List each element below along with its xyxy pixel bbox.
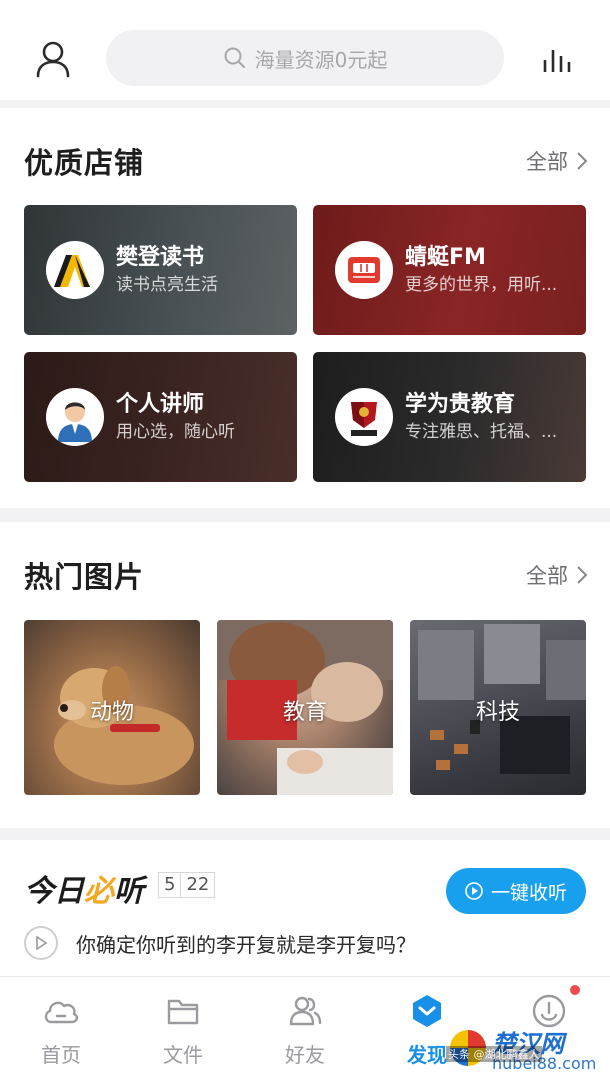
shop-card-lecturer[interactable]: 个人讲师 用心选，随心听: [24, 352, 297, 482]
shop-desc: 更多的世界，用听...: [405, 275, 558, 295]
daily-title-part: 必: [84, 874, 114, 909]
fandeng-logo-icon: [46, 241, 104, 299]
folder-icon: [167, 999, 199, 1025]
discover-icon: [413, 995, 441, 1027]
picture-tile-technology[interactable]: 科技: [410, 620, 586, 795]
tab-friends[interactable]: 好友: [255, 991, 355, 1068]
tab-label: 首页: [41, 1043, 81, 1067]
shops-section: 优质店铺 全部 樊登读书 读书点亮生活 蜻蜓FM 更多的世界，用听... 个人讲…: [0, 108, 610, 508]
watermark: 楚汉网 hubei88.com 头条 @湖北鹏鑫人: [446, 1024, 606, 1074]
picture-tile-education[interactable]: 教育: [217, 620, 393, 795]
watermark-overlay: 头条 @湖北鹏鑫人: [446, 1046, 542, 1062]
shop-name: 樊登读书: [116, 245, 205, 270]
section-title: 热门图片: [24, 560, 145, 594]
daily-item-title: 你确定你听到的李开复就是李开复吗？: [76, 932, 416, 957]
more-label: 全部: [526, 564, 568, 588]
shop-name: 学为贵教育: [405, 392, 516, 417]
section-title: 优质店铺: [24, 146, 145, 180]
daily-title: 今日必听: [24, 866, 144, 910]
shop-card-qingting[interactable]: 蜻蜓FM 更多的世界，用听...: [313, 205, 586, 335]
shop-card-fandeng[interactable]: 樊登读书 读书点亮生活: [24, 205, 297, 335]
pictures-more-link[interactable]: 全部: [526, 560, 588, 590]
radio-logo-icon: [335, 241, 393, 299]
tab-home[interactable]: 首页: [11, 991, 111, 1068]
daily-listen-section: 今日必听 5 22 一键收听 你确定你听到的李开复就是李开复吗？: [0, 840, 610, 978]
picture-label: 教育: [282, 700, 327, 725]
stats-icon[interactable]: [540, 42, 574, 76]
lecturer-avatar-icon: [46, 388, 104, 446]
picture-label: 科技: [475, 700, 520, 725]
shop-name: 蜻蜓FM: [405, 245, 486, 270]
shop-desc: 专注雅思、托福、...: [405, 422, 558, 442]
tab-label: 文件: [163, 1043, 203, 1067]
picture-tile-animals[interactable]: 动物: [24, 620, 200, 795]
chevron-right-icon: [577, 566, 588, 584]
daily-title-part: 今日: [24, 874, 84, 909]
xueweigui-logo-icon: [335, 388, 393, 446]
shop-desc: 用心选，随心听: [116, 422, 235, 442]
top-bar: 海量资源0元起: [0, 0, 610, 100]
play-icon[interactable]: [24, 926, 58, 960]
tab-label: 好友: [285, 1043, 325, 1067]
picture-label: 动物: [89, 700, 134, 725]
more-label: 全部: [526, 150, 568, 174]
listen-all-button[interactable]: 一键收听: [446, 868, 586, 914]
tab-files[interactable]: 文件: [133, 991, 233, 1068]
play-icon: [465, 882, 483, 900]
daily-title-part: 听: [114, 874, 144, 909]
shop-card-xueweigui[interactable]: 学为贵教育 专注雅思、托福、...: [313, 352, 586, 482]
date-month: 5: [164, 874, 176, 895]
search-icon: [224, 47, 245, 68]
shop-desc: 读书点亮生活: [116, 275, 218, 295]
search-input[interactable]: 海量资源0元起: [106, 30, 504, 86]
listen-all-label: 一键收听: [490, 881, 567, 904]
daily-item[interactable]: 你确定你听到的李开复就是李开复吗？: [24, 926, 416, 960]
chevron-right-icon: [577, 152, 588, 170]
hot-pictures-section: 热门图片 全部 动物 教育 科技: [0, 522, 610, 828]
date-badge: 5 22: [158, 872, 216, 898]
user-icon[interactable]: [30, 36, 76, 82]
notification-dot: [570, 985, 580, 995]
date-day: 22: [180, 873, 214, 897]
friends-icon: [289, 996, 322, 1026]
search-placeholder: 海量资源0元起: [254, 47, 388, 72]
cloud-icon: [44, 1001, 79, 1024]
shop-name: 个人讲师: [116, 392, 205, 417]
shops-more-link[interactable]: 全部: [526, 146, 588, 176]
